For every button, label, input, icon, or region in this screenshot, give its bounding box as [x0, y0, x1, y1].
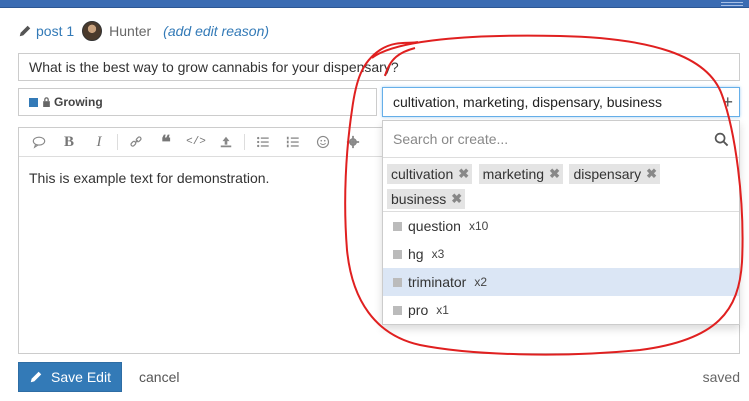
- toolbar-divider: [117, 134, 118, 150]
- upload-icon[interactable]: [214, 131, 238, 153]
- top-bar: [0, 0, 749, 8]
- pencil-icon: [19, 25, 31, 37]
- tag-option-name: triminator: [408, 274, 467, 290]
- tag-swatch: [393, 221, 402, 231]
- category-color-swatch: [29, 97, 38, 107]
- lock-icon: [43, 97, 50, 107]
- save-status: saved: [702, 369, 740, 385]
- emoji-icon[interactable]: [311, 131, 335, 153]
- remove-tag-icon[interactable]: ✖: [646, 166, 657, 182]
- tag-option-count: x1: [436, 303, 449, 317]
- tag-option-name: hg: [408, 246, 424, 262]
- remove-tag-icon[interactable]: ✖: [451, 191, 462, 207]
- composer: post 1 Hunter (add edit reason) What is …: [0, 0, 749, 401]
- save-edit-button[interactable]: Save Edit: [18, 362, 122, 392]
- tags-value: cultivation, marketing, dispensary, busi…: [393, 94, 662, 110]
- author-name: Hunter: [109, 23, 152, 39]
- remove-tag-icon[interactable]: ✖: [458, 166, 469, 182]
- tag-option-highlighted[interactable]: triminator x2: [383, 268, 739, 296]
- selected-tags: cultivation ✖ marketing ✖ dispensary ✖ busi…: [383, 158, 739, 212]
- grip-icon[interactable]: [721, 2, 743, 6]
- cancel-button[interactable]: cancel: [139, 369, 179, 385]
- tag-dropdown: cultivation✖ marketing✖ dispensary✖ busi…: [382, 120, 740, 325]
- bullet-list-icon[interactable]: [251, 131, 275, 153]
- tag-chip-label: business: [391, 191, 447, 207]
- avatar: [82, 21, 103, 41]
- category-select[interactable]: Growing: [18, 88, 377, 116]
- tag-chip: business ✖: [387, 189, 466, 209]
- title-input[interactable]: What is the best way to grow cannabis fo…: [18, 53, 740, 81]
- pencil-icon: [30, 371, 42, 383]
- tag-option[interactable]: hg x3: [383, 240, 739, 268]
- gear-icon[interactable]: [341, 131, 365, 153]
- tag-chip: cultivation ✖: [387, 164, 473, 184]
- tag-option-name: question: [408, 218, 461, 234]
- link-icon[interactable]: [124, 131, 148, 153]
- tag-option[interactable]: pro x1: [383, 296, 739, 324]
- tag-swatch: [393, 249, 402, 259]
- tag-chip: marketing ✖: [478, 164, 563, 184]
- tag-option-count: x3: [431, 247, 445, 261]
- post-link[interactable]: post 1: [36, 23, 74, 39]
- search-icon: [714, 132, 729, 146]
- plus-icon[interactable]: +: [722, 88, 733, 116]
- italic-icon[interactable]: I: [87, 131, 111, 153]
- code-icon[interactable]: </>: [184, 131, 208, 153]
- edit-reason-link[interactable]: (add edit reason): [163, 23, 269, 39]
- numbered-list-icon[interactable]: [281, 131, 305, 153]
- tag-option-name: pro: [408, 302, 429, 318]
- remove-tag-icon[interactable]: ✖: [549, 166, 560, 182]
- tag-option-count: x2: [474, 275, 488, 289]
- tag-option[interactable]: question x10: [383, 212, 739, 240]
- tag-option-count: x10: [468, 219, 489, 233]
- tag-search-row: [383, 121, 739, 158]
- tag-chip-label: dispensary: [573, 166, 642, 182]
- quote-icon[interactable]: ❝: [154, 131, 178, 153]
- tag-chip: dispensary ✖: [569, 164, 661, 184]
- tag-chip-label: cultivation: [391, 166, 454, 182]
- composer-header: post 1 Hunter (add edit reason): [18, 20, 269, 42]
- tags-input[interactable]: cultivation, marketing, dispensary, busi…: [382, 87, 740, 117]
- category-label: Growing: [54, 95, 103, 109]
- toolbar-divider: [244, 134, 245, 150]
- comment-icon[interactable]: [27, 131, 51, 153]
- tag-swatch: [393, 305, 402, 315]
- tag-swatch: [393, 277, 402, 287]
- tag-search-input[interactable]: [393, 131, 714, 147]
- tag-chip-label: marketing: [482, 166, 545, 182]
- bold-icon[interactable]: B: [57, 131, 81, 153]
- save-edit-label: Save Edit: [51, 369, 111, 385]
